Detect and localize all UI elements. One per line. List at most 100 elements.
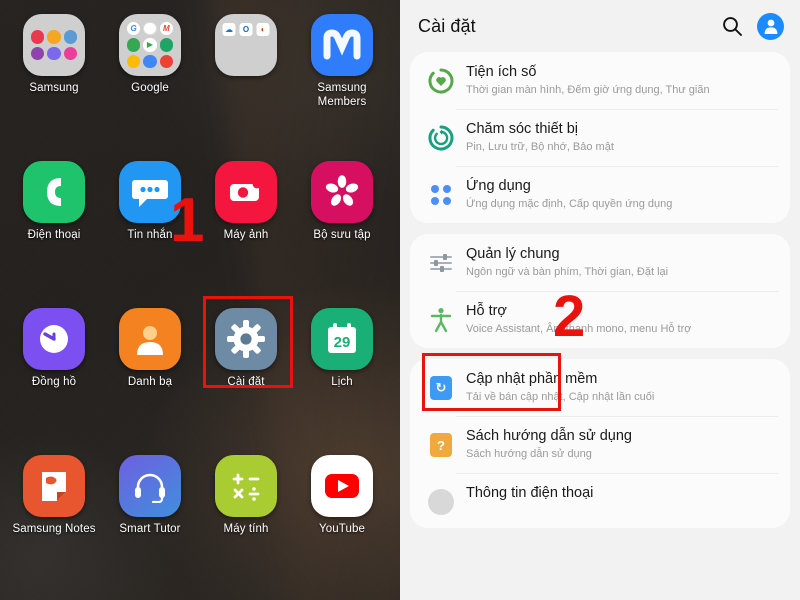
settings-row-general-management[interactable]: Quản lý chung Ngôn ngữ và bàn phím, Thời… bbox=[410, 234, 790, 291]
row-text: Chăm sóc thiết bị Pin, Lưu trữ, Bộ nhớ, … bbox=[456, 120, 614, 155]
settings-row-accessibility[interactable]: Hỗ trợ Voice Assistant, Âm thanh mono, m… bbox=[410, 291, 790, 348]
highlight-box-accessibility bbox=[422, 353, 561, 411]
row-title: Chăm sóc thiết bị bbox=[466, 121, 579, 137]
app-label: Google bbox=[131, 82, 169, 94]
app-youtube[interactable]: YouTube bbox=[296, 455, 388, 537]
search-glyph bbox=[723, 17, 742, 36]
app-may-tinh[interactable]: Máy tính bbox=[200, 455, 292, 537]
camera-glyph bbox=[230, 179, 262, 201]
page-title: Cài đặt bbox=[418, 15, 476, 36]
person-glyph bbox=[137, 326, 163, 355]
step-number-2: 2 bbox=[553, 284, 586, 349]
camera-icon bbox=[215, 161, 277, 223]
app-microsoft-folder[interactable]: ☁ O ◐ bbox=[200, 14, 292, 82]
app-dien-thoai[interactable]: Điện thoại bbox=[8, 161, 100, 243]
svg-text:29: 29 bbox=[334, 334, 351, 351]
row-text: Ứng dụng Ứng dụng mặc định, Cấp quyền ứn… bbox=[456, 177, 672, 212]
settings-row-user-manual[interactable]: ? Sách hướng dẫn sử dụng Sách hướng dẫn … bbox=[410, 416, 790, 473]
row-subtitle: Ứng dụng mặc định, Cấp quyền ứng dụng bbox=[466, 198, 673, 210]
notes-icon bbox=[23, 455, 85, 517]
clock-glyph bbox=[40, 325, 68, 353]
youtube-icon bbox=[311, 455, 373, 517]
device-care-glyph bbox=[428, 125, 454, 151]
phone-glyph bbox=[47, 178, 61, 206]
highlight-box-settings bbox=[203, 296, 293, 388]
settings-group-2: Quản lý chung Ngôn ngữ và bàn phím, Thời… bbox=[410, 234, 790, 348]
dot bbox=[443, 197, 451, 205]
step-number-1: 1 bbox=[170, 186, 205, 255]
settings-row-device-care[interactable]: Chăm sóc thiết bị Pin, Lưu trữ, Bộ nhớ, … bbox=[410, 109, 790, 166]
google-folder-icon: G M ▶ bbox=[119, 14, 181, 76]
calendar-icon: 29 bbox=[311, 308, 373, 370]
row-title: Sách hướng dẫn sử dụng bbox=[466, 428, 632, 444]
app-label: Danh bạ bbox=[127, 376, 173, 388]
clock-icon bbox=[23, 308, 85, 370]
app-bo-suu-tap[interactable]: Bộ sưu tập bbox=[296, 161, 388, 243]
microsoft-folder-icon: ☁ O ◐ bbox=[215, 14, 277, 76]
app-label: Đồng hồ bbox=[31, 376, 77, 388]
android-home-screen: Samsung G M ▶ Google ☁ O ◐ Samsung Membe… bbox=[0, 0, 400, 600]
app-samsung-members[interactable]: Samsung Members bbox=[296, 14, 388, 109]
members-m-glyph bbox=[323, 29, 361, 60]
search-icon[interactable] bbox=[719, 13, 745, 39]
settings-group-1: Tiện ích số Thời gian màn hình, Đếm giờ … bbox=[410, 52, 790, 223]
row-subtitle: Sách hướng dẫn sử dụng bbox=[466, 448, 592, 460]
app-label: Lịch bbox=[331, 376, 353, 388]
mini-icon bbox=[127, 54, 141, 68]
app-danh-ba[interactable]: Danh bạ bbox=[104, 308, 196, 390]
settings-row-phone-info[interactable]: Thông tin điện thoại bbox=[410, 473, 790, 528]
settings-header: Cài đặt bbox=[400, 0, 800, 52]
mini-icon bbox=[159, 54, 173, 68]
user-manual-icon: ? bbox=[426, 430, 456, 460]
row-text: Thông tin điện thoại bbox=[456, 484, 593, 503]
calc-glyph bbox=[232, 473, 260, 501]
mini-icon bbox=[63, 46, 77, 60]
app-google-folder[interactable]: G M ▶ Google bbox=[104, 14, 196, 96]
contacts-icon bbox=[119, 308, 181, 370]
mini-icon: ◐ bbox=[256, 23, 270, 36]
app-label: Smart Tutor bbox=[119, 523, 181, 535]
app-lich[interactable]: 29 Lịch bbox=[296, 308, 388, 390]
chat-bubble-glyph bbox=[132, 180, 168, 207]
info-circle-glyph bbox=[428, 489, 454, 515]
row-text: Tiện ích số Thời gian màn hình, Đếm giờ … bbox=[456, 63, 710, 98]
digital-wellbeing-icon bbox=[426, 66, 456, 96]
accessibility-glyph bbox=[430, 308, 452, 333]
device-care-icon bbox=[426, 123, 456, 153]
app-smart-tutor[interactable]: Smart Tutor bbox=[104, 455, 196, 537]
dot bbox=[431, 185, 439, 193]
app-label: Bộ sưu tập bbox=[313, 229, 371, 241]
row-title: Quản lý chung bbox=[466, 246, 560, 262]
app-label: Samsung Members bbox=[317, 82, 367, 108]
app-dong-ho[interactable]: Đồng hồ bbox=[8, 308, 100, 390]
app-label: Điện thoại bbox=[27, 229, 81, 241]
app-label: Máy tính bbox=[223, 523, 269, 535]
phone-icon bbox=[23, 161, 85, 223]
settings-row-apps[interactable]: Ứng dụng Ứng dụng mặc định, Cấp quyền ứn… bbox=[410, 166, 790, 223]
settings-row-digital-wellbeing[interactable]: Tiện ích số Thời gian màn hình, Đếm giờ … bbox=[410, 52, 790, 109]
mini-icon: ▶ bbox=[143, 38, 157, 52]
samsung-members-icon bbox=[311, 14, 373, 76]
mini-icon bbox=[47, 46, 61, 60]
calendar-glyph: 29 bbox=[328, 323, 356, 353]
row-text: Quản lý chung Ngôn ngữ và bàn phím, Thời… bbox=[456, 245, 668, 280]
app-may-anh[interactable]: Máy ảnh bbox=[200, 161, 292, 243]
mini-icon: M bbox=[159, 22, 173, 36]
app-samsung-folder[interactable]: Samsung bbox=[8, 14, 100, 96]
app-label: Máy ảnh bbox=[223, 229, 269, 241]
app-samsung-notes[interactable]: Samsung Notes bbox=[8, 455, 100, 537]
row-subtitle: Ngôn ngữ và bàn phím, Thời gian, Đặt lại bbox=[466, 266, 669, 278]
settings-screen: Cài đặt Tiện ích số Thời gian màn hình, … bbox=[400, 0, 800, 600]
account-avatar-icon[interactable] bbox=[757, 12, 784, 40]
app-label: YouTube bbox=[319, 523, 365, 535]
app-label: Samsung bbox=[29, 82, 79, 94]
mini-icon bbox=[47, 30, 61, 44]
row-text: Sách hướng dẫn sử dụng Sách hướng dẫn sử… bbox=[456, 427, 632, 462]
mini-icon bbox=[31, 46, 45, 60]
headset-glyph bbox=[135, 473, 165, 503]
samsung-folder-icon bbox=[23, 14, 85, 76]
row-subtitle: Thời gian màn hình, Đếm giờ ứng dụng, Th… bbox=[466, 84, 710, 96]
mini-icon: O bbox=[239, 23, 253, 36]
row-title: Ứng dụng bbox=[466, 178, 531, 194]
flower-glyph bbox=[325, 175, 359, 206]
